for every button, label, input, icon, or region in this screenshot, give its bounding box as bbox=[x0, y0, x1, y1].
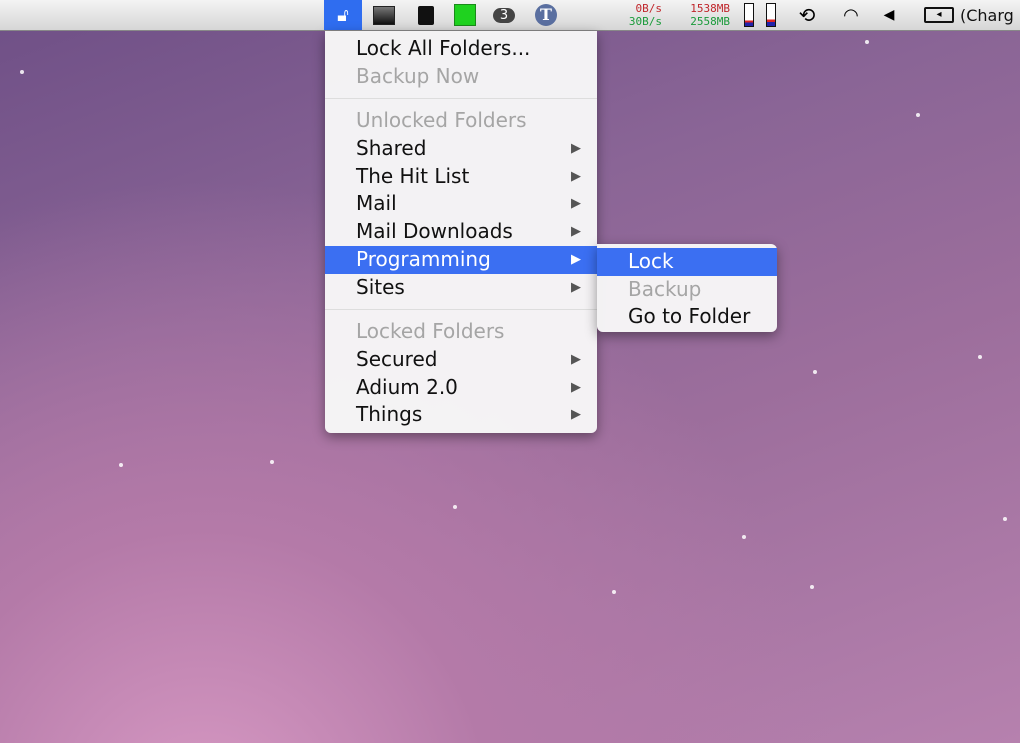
programming-submenu: Lock Backup Go to Folder bbox=[597, 244, 777, 333]
memory-bar-icon bbox=[742, 3, 756, 27]
submenu-arrow-icon: ▶ bbox=[571, 407, 581, 423]
battery-icon[interactable]: ◂ bbox=[922, 3, 956, 27]
submenu-arrow-icon: ▶ bbox=[571, 168, 581, 184]
submenu-arrow-icon: ▶ bbox=[571, 196, 581, 212]
folder-item-the-hit-list[interactable]: The Hit List ▶ bbox=[325, 163, 597, 191]
folder-item-programming[interactable]: Programming ▶ bbox=[325, 245, 597, 274]
memory-monitor[interactable]: 1538MB 2558MB bbox=[672, 2, 730, 28]
volume-icon[interactable]: ◀︎ bbox=[878, 3, 900, 27]
submenu-arrow-icon: ▶ bbox=[571, 279, 581, 295]
go-to-folder-item[interactable]: Go to Folder bbox=[597, 303, 777, 331]
lock-all-folders-item[interactable]: Lock All Folders... bbox=[325, 35, 597, 63]
green-drive-icon[interactable] bbox=[452, 3, 478, 27]
lock-item[interactable]: Lock bbox=[597, 248, 777, 276]
folder-item-secured[interactable]: Secured ▶ bbox=[325, 346, 597, 374]
memory-bar-icon bbox=[764, 3, 778, 27]
submenu-arrow-icon: ▶ bbox=[571, 224, 581, 240]
folder-item-things[interactable]: Things ▶ bbox=[325, 401, 597, 429]
photo-icon[interactable] bbox=[372, 3, 396, 27]
folder-lock-menu: Lock All Folders... Backup Now Unlocked … bbox=[325, 31, 597, 433]
t-app-icon[interactable]: T bbox=[532, 3, 560, 27]
folder-item-adium[interactable]: Adium 2.0 ▶ bbox=[325, 374, 597, 402]
backup-now-item: Backup Now bbox=[356, 63, 480, 88]
locked-folders-header: Locked Folders bbox=[356, 319, 505, 344]
wifi-icon[interactable]: ◠ bbox=[835, 3, 867, 27]
folder-item-shared[interactable]: Shared ▶ bbox=[325, 135, 597, 163]
folder-item-mail[interactable]: Mail ▶ bbox=[325, 190, 597, 218]
network-monitor[interactable]: 0B/s 30B/s bbox=[620, 2, 662, 28]
submenu-arrow-icon: ▶ bbox=[571, 379, 581, 395]
submenu-arrow-icon: ▶ bbox=[571, 351, 581, 367]
separator bbox=[325, 309, 597, 311]
folder-item-sites[interactable]: Sites ▶ bbox=[325, 274, 597, 302]
clipboard-icon[interactable] bbox=[414, 3, 438, 27]
separator bbox=[325, 98, 597, 100]
backup-item: Backup bbox=[628, 276, 702, 301]
menu-bar: 🔓︎ 3 T 0B/s 30B/s 1538MB 2558MB ⟲ ◠ ◀︎ ◂ (… bbox=[0, 0, 1020, 31]
notification-count-badge[interactable]: 3 bbox=[490, 3, 518, 27]
battery-status[interactable]: (Charg bbox=[960, 3, 1014, 27]
unlocked-folders-header: Unlocked Folders bbox=[356, 108, 527, 133]
submenu-arrow-icon: ▶ bbox=[571, 251, 581, 267]
folder-item-mail-downloads[interactable]: Mail Downloads ▶ bbox=[325, 218, 597, 246]
submenu-arrow-icon: ▶ bbox=[571, 141, 581, 157]
folder-lock-menu-icon[interactable]: 🔓︎ bbox=[324, 0, 362, 30]
time-machine-icon[interactable]: ⟲ bbox=[794, 3, 820, 27]
